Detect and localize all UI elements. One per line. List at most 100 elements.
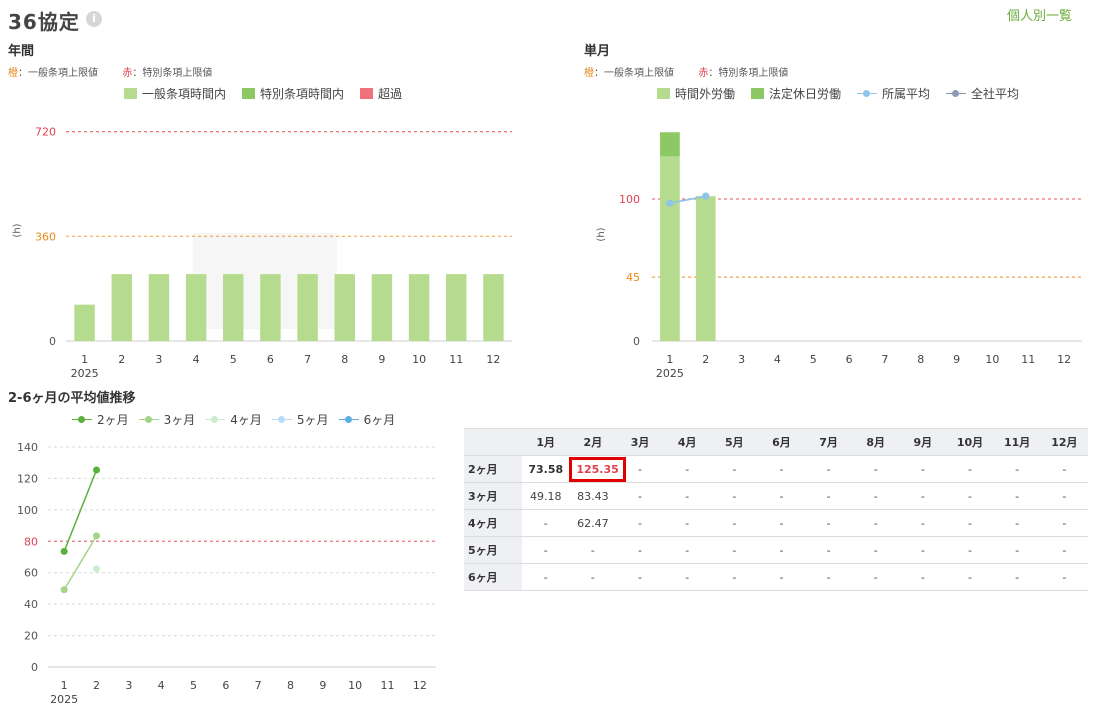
series-line: [63, 469, 98, 552]
y-tick-label: 60: [24, 567, 38, 580]
legend-swatch: [242, 88, 256, 99]
column-header: 6月: [757, 428, 806, 456]
table-cell: -: [710, 482, 758, 510]
column-header: 5月: [710, 428, 758, 456]
table-cell: 125.35: [569, 455, 626, 483]
y-tick-label: 360: [35, 230, 56, 243]
series-point: [666, 199, 674, 207]
x-tick-label: 12: [413, 679, 427, 692]
y-tick-label: 40: [24, 598, 38, 611]
legend-item-3m[interactable]: 3ヶ月: [138, 411, 195, 428]
legend-line-marker: [72, 415, 92, 425]
table-cell: -: [1040, 455, 1088, 483]
legend-item-overtime[interactable]: 時間外労働: [657, 85, 735, 102]
annual-limit-note: 橙：一般条項上限値 赤：特別条項上限値: [8, 64, 212, 79]
column-header: 4月: [663, 428, 711, 456]
x-tick-label: 10: [348, 679, 362, 692]
legend-item-2m[interactable]: 2ヶ月: [72, 411, 129, 428]
legend-item-excess[interactable]: 超過: [360, 85, 402, 102]
table-cell: -: [946, 455, 994, 483]
row-header: 6ヶ月: [464, 563, 523, 591]
x-tick-label: 5: [810, 353, 817, 366]
legend-swatch: [124, 88, 137, 99]
legend-item-6m[interactable]: 6ヶ月: [338, 411, 395, 428]
table-cell: -: [852, 509, 900, 537]
x-tick-label: 1: [81, 353, 88, 366]
legend-line-marker: [338, 415, 359, 425]
x-tick-label: 12: [1057, 353, 1071, 366]
table-cell: -: [899, 563, 947, 591]
bar: [660, 156, 680, 341]
row-header: 5ヶ月: [464, 536, 523, 564]
table-cell: -: [993, 482, 1041, 510]
legend-item-5m[interactable]: 5ヶ月: [271, 411, 329, 428]
column-header: 7月: [805, 428, 853, 456]
y-tick-label: 0: [633, 335, 640, 348]
red-key-text: ：特別条項上限値: [132, 68, 213, 79]
table-cell: -: [805, 536, 853, 564]
legend-swatch: [657, 88, 670, 99]
info-icon[interactable]: i: [86, 11, 102, 27]
x-tick-label: 9: [378, 353, 385, 366]
x-tick-label: 1: [61, 679, 68, 692]
x-tick-label: 11: [449, 353, 463, 366]
x-tick-label: 12: [486, 353, 500, 366]
monthly-chart: 045100(h)1 2 3 4 5 6 7 8 9 10 11 122025: [596, 132, 1082, 380]
individual-list-link[interactable]: 個人別一覧: [1007, 5, 1072, 24]
y-tick-label: 20: [24, 630, 38, 643]
trend-section-title: 2-6ヶ月の平均値推移: [8, 391, 136, 406]
table-cell: 49.18: [522, 482, 570, 510]
table-cell: -: [757, 482, 806, 510]
highlighted-value: 125.35: [569, 456, 626, 482]
trend-legend: 2ヶ月 3ヶ月 4ヶ月 5ヶ月 6ヶ月: [72, 411, 405, 428]
column-header: 9月: [899, 428, 947, 456]
table-cell: -: [993, 455, 1041, 483]
orange-key-text: ：一般条項上限値: [594, 68, 674, 79]
x-tick-label: 7: [881, 353, 888, 366]
red-key-text: ：特別条項上限値: [708, 68, 789, 79]
x-tick-label: 10: [985, 353, 999, 366]
table-cell: -: [710, 509, 758, 537]
table-cell: -: [993, 509, 1041, 537]
column-header: 2月: [569, 428, 617, 456]
table-cell: -: [616, 563, 664, 591]
bar: [660, 132, 680, 157]
column-header: 11月: [993, 428, 1041, 456]
legend-line-marker: [205, 415, 226, 425]
series-point: [702, 192, 710, 200]
table-cell: -: [663, 536, 711, 564]
table-cell: -: [522, 536, 570, 564]
x-tick-label: 6: [222, 679, 229, 692]
bar: [74, 304, 95, 341]
legend-item-dept-avg[interactable]: 所属平均: [857, 85, 930, 102]
table-cell: -: [852, 455, 900, 483]
table-cell: -: [616, 509, 664, 537]
table-row: 6ヶ月 - - - - - - - - - - - -: [464, 563, 1088, 591]
table-cell: -: [1040, 509, 1088, 537]
x-tick-label: 3: [738, 353, 745, 366]
table-cell: -: [616, 536, 664, 564]
column-header: 1月: [522, 428, 570, 456]
x-tick-label: 9: [953, 353, 960, 366]
table-cell: -: [852, 563, 900, 591]
table-cell: -: [899, 455, 947, 483]
x-tick-label: 7: [304, 353, 311, 366]
annual-chart: 0360720(h)1 2 3 4 5 6 7 8 9 10 11 122025: [12, 126, 512, 380]
y-tick-label: 720: [35, 126, 56, 139]
table-cell: -: [710, 563, 758, 591]
legend-item-holiday[interactable]: 法定休日労働: [751, 85, 841, 102]
x-tick-label: 2: [93, 679, 100, 692]
x-tick-label: 4: [774, 353, 781, 366]
legend-item-special[interactable]: 特別条項時間内: [242, 85, 344, 102]
legend-item-company-avg[interactable]: 全社平均: [946, 85, 1019, 102]
legend-item-general[interactable]: 一般条項時間内: [124, 85, 226, 102]
orange-key: 橙: [584, 68, 594, 79]
x-tick-label: 9: [319, 679, 326, 692]
legend-item-4m[interactable]: 4ヶ月: [205, 411, 262, 428]
row-header: 3ヶ月: [464, 482, 523, 510]
y-tick-label: 100: [619, 193, 640, 206]
table-row: 4ヶ月 -62.47- - - - - - - - - -: [464, 509, 1088, 537]
table-cell: -: [946, 482, 994, 510]
bar: [148, 274, 170, 341]
table-cell: -: [616, 482, 664, 510]
